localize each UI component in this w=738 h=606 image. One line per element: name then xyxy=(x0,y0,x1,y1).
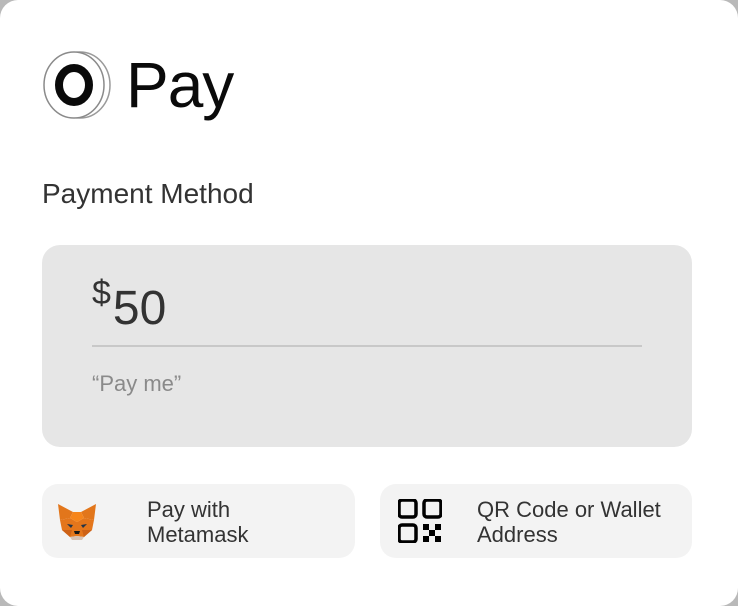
metamask-fox-icon xyxy=(58,504,96,540)
qr-code-icon xyxy=(398,499,442,543)
memo-text[interactable]: “Pay me” xyxy=(92,371,181,397)
payment-card: Pay Payment Method $ 50 “Pay me” Pay wit… xyxy=(0,0,738,606)
payment-method-heading: Payment Method xyxy=(42,178,254,209)
currency-symbol: $ xyxy=(92,274,111,312)
qr-option-label: QR Code or Wallet Address xyxy=(477,497,661,547)
brand-name: Pay xyxy=(126,49,234,121)
amount-display[interactable]: $ 50 xyxy=(92,273,166,339)
amount-panel: $ 50 “Pay me” xyxy=(42,245,692,447)
pay-with-metamask-button[interactable]: Pay with Metamask xyxy=(42,484,355,558)
amount-divider xyxy=(92,345,642,347)
metamask-option-label: Pay with Metamask xyxy=(147,497,249,547)
amount-value: 50 xyxy=(112,282,167,335)
ring-logo-icon xyxy=(43,51,111,119)
brand-logo: Pay xyxy=(42,49,234,121)
qr-code-wallet-button[interactable]: QR Code or Wallet Address xyxy=(380,484,692,558)
